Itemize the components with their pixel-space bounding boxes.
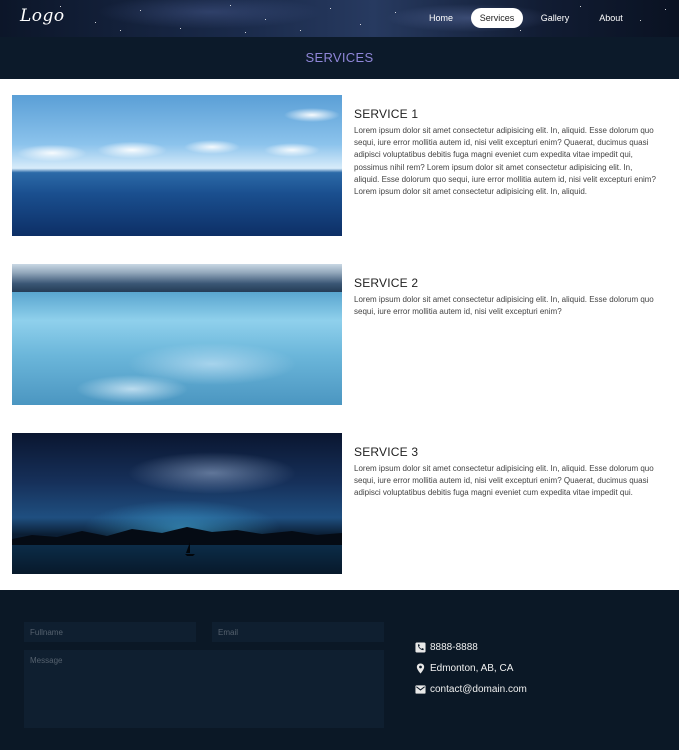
lake-water: [12, 545, 342, 574]
phone-number: 8888-8888: [430, 642, 478, 653]
message-field[interactable]: Message: [24, 650, 384, 728]
contact-phone: 8888-8888: [415, 642, 478, 653]
nav-link-gallery[interactable]: Gallery: [535, 8, 575, 28]
map-pin-icon: [416, 663, 425, 674]
service-title: SERVICE 3: [354, 445, 419, 459]
sailboat-icon: [185, 542, 195, 556]
contact-location: Edmonton, AB, CA: [415, 663, 513, 674]
navbar: Logo Home Services Gallery About: [0, 0, 679, 37]
night-sky-image: [12, 433, 342, 574]
email-placeholder: Email: [218, 628, 239, 637]
email-field[interactable]: Email: [212, 622, 384, 642]
nav-link-services[interactable]: Services: [471, 8, 523, 28]
contact-email: contact@domain.com: [415, 684, 527, 695]
logo[interactable]: Logo: [20, 6, 65, 26]
service-description: Lorem ipsum dolor sit amet consectetur a…: [354, 464, 654, 498]
lake-image: [12, 264, 342, 405]
envelope-icon: [415, 685, 426, 694]
page-header-band: SERVICES: [0, 37, 679, 79]
email-address[interactable]: contact@domain.com: [430, 684, 527, 695]
service-title: SERVICE 1: [354, 107, 419, 121]
phone-icon: [415, 642, 426, 653]
message-placeholder: Message: [30, 656, 63, 665]
nav-link-home[interactable]: Home: [421, 8, 461, 28]
service-description: Lorem ipsum dolor sit amet consectetur a…: [354, 126, 656, 197]
fullname-placeholder: Fullname: [30, 628, 63, 637]
service-description: Lorem ipsum dolor sit amet consectetur a…: [354, 295, 654, 317]
page-title: SERVICES: [305, 50, 374, 65]
service-title: SERVICE 2: [354, 276, 419, 290]
footer: Fullname Email Message 8888-8888 Edmonto…: [0, 590, 679, 750]
ocean-image: [12, 95, 342, 236]
location-text: Edmonton, AB, CA: [430, 663, 514, 674]
nav-link-about[interactable]: About: [591, 8, 631, 28]
fullname-field[interactable]: Fullname: [24, 622, 196, 642]
